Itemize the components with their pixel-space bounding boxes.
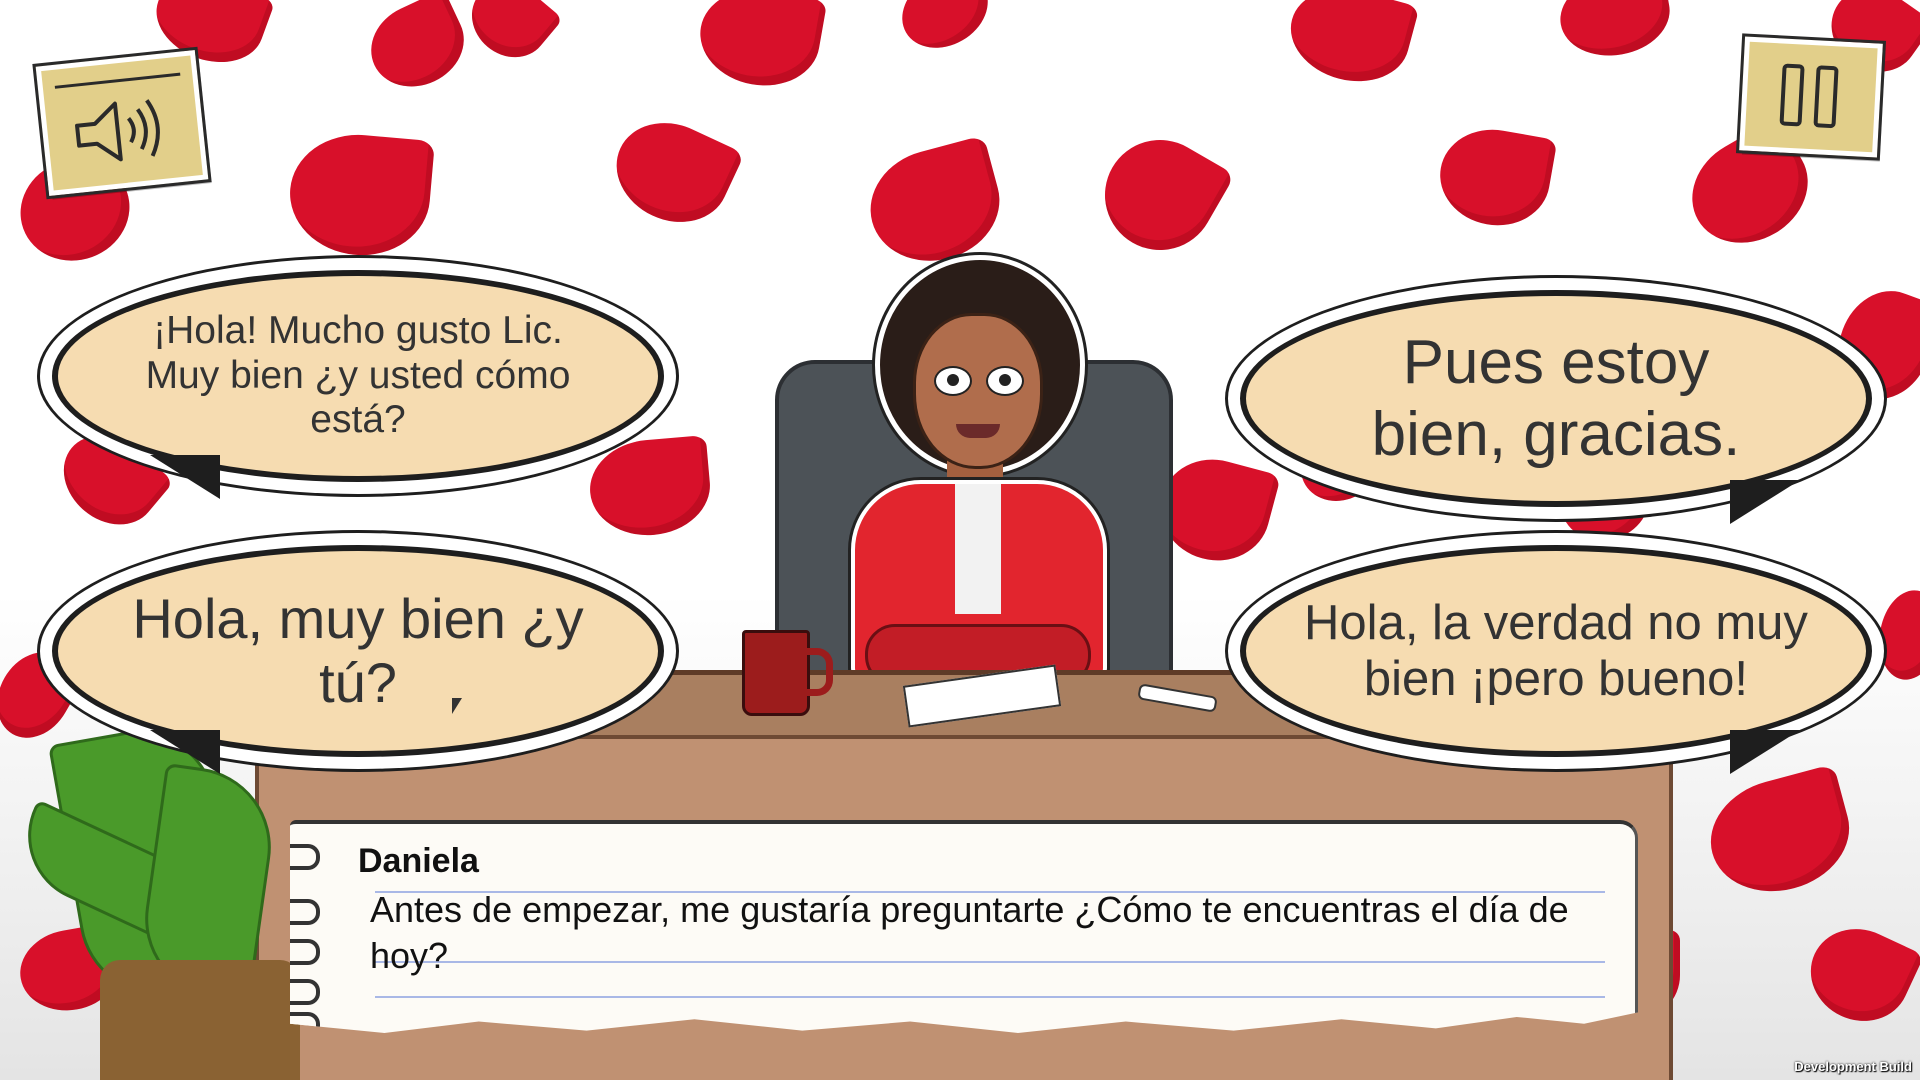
plant-pot (100, 960, 300, 1080)
choice-text: Pues estoy bien, gracias. (1371, 328, 1741, 469)
sound-button[interactable] (32, 46, 212, 200)
bubble-tail (150, 730, 220, 774)
speaker-name: Daniela (358, 842, 479, 880)
rose-petal (1432, 121, 1558, 234)
character-face (913, 313, 1043, 469)
rose-petal (888, 0, 1002, 63)
rose-petal (1795, 913, 1920, 1037)
choice-bubble-1[interactable]: ¡Hola! Mucho gusto Lic. Muy bien ¿y uste… (52, 270, 664, 482)
choice-bubble-3[interactable]: Hola, muy bien ¿y tú? (52, 545, 664, 757)
rose-petal (456, 0, 564, 73)
rose-petal (1280, 0, 1420, 94)
choice-bubble-4[interactable]: Hola, la verdad no muy bien ¡pero bueno! (1240, 545, 1872, 757)
character-red-blazer (851, 480, 1107, 688)
character-right-eye (986, 366, 1024, 396)
dialogue-box: Daniela Antes de empezar, me gustaría pr… (290, 820, 1638, 1033)
bubble-tail (1730, 730, 1800, 774)
choice-text: Hola, la verdad no muy bien ¡pero bueno! (1304, 595, 1808, 706)
rose-petal (1698, 763, 1862, 907)
dialogue-text: Antes de empezar, me gustaría preguntart… (370, 889, 1569, 976)
rose-petal (692, 0, 828, 95)
speaker-icon (75, 99, 160, 162)
game-scene: ¡Hola! Mucho gusto Lic. Muy bien ¿y uste… (0, 0, 1920, 1080)
rose-petal (1872, 585, 1920, 685)
coffee-mug-handle (800, 648, 833, 696)
choice-bubble-2[interactable]: Pues estoy bien, gracias. (1240, 290, 1872, 507)
rose-petal (857, 135, 1013, 275)
character-mouth (956, 424, 1000, 438)
character-shirt (955, 484, 1001, 614)
mouse-cursor (452, 698, 462, 714)
bubble-tail (150, 455, 220, 499)
character-left-eye (934, 366, 972, 396)
choice-text: ¡Hola! Mucho gusto Lic. Muy bien ¿y uste… (145, 308, 571, 442)
rose-petal (1084, 119, 1236, 271)
pause-icon (1779, 63, 1839, 129)
rose-petal (285, 129, 435, 261)
rose-petal (600, 105, 745, 240)
ruled-line (375, 996, 1605, 998)
pause-button[interactable] (1735, 33, 1887, 161)
character-daniela (835, 255, 1115, 688)
rose-petal (1553, 0, 1677, 64)
development-build-label: Development Build (1794, 1059, 1912, 1074)
rose-petal (357, 0, 478, 102)
bubble-tail (1730, 480, 1800, 524)
choice-text: Hola, muy bien ¿y tú? (132, 586, 584, 714)
rose-petal (586, 434, 714, 541)
